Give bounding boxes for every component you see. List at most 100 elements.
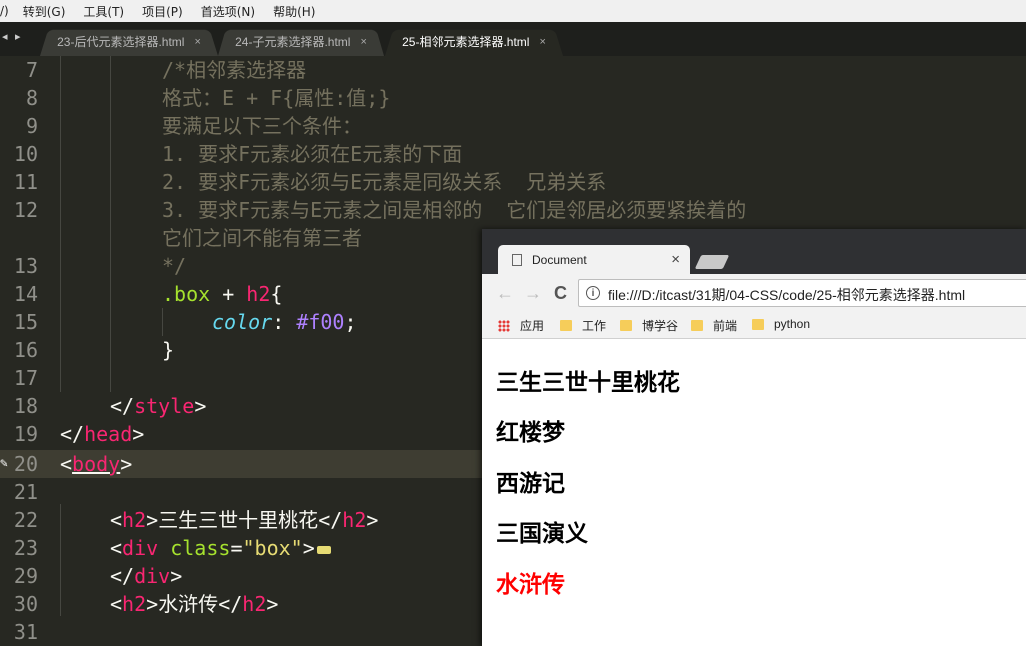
folder-icon [752, 318, 764, 330]
text-content: 三生三世十里桃花 [158, 508, 319, 532]
tab-adjacent-selector[interactable]: 25-相邻元素选择器.html × [385, 27, 563, 56]
brace: { [270, 282, 283, 306]
line-number: 23 [13, 536, 38, 560]
code-comment-line: 格式：E + F{属性:值;} [162, 86, 391, 110]
line-number: 29 [13, 564, 38, 588]
heading-highlighted: 水浒传 [496, 572, 565, 598]
code-line-brace-close: } [162, 338, 175, 362]
code-comment-line: */ [162, 254, 187, 278]
heading: 三国演义 [496, 521, 588, 547]
folder-icon [620, 320, 632, 331]
browser-tab-close-icon[interactable]: × [671, 251, 680, 268]
tag-bracket: < [110, 508, 123, 532]
line-number: 22 [13, 508, 38, 532]
tag-bracket: > [194, 394, 207, 418]
tab-child-selector[interactable]: 24-子元素选择器.html × [218, 27, 384, 56]
bookmark-label: 前端 [713, 319, 738, 333]
tag-bracket: </ [110, 564, 135, 588]
line-number: 19 [13, 422, 38, 446]
tag-bracket: </ [60, 422, 85, 446]
menu-item-help[interactable]: 帮助(H) [273, 3, 315, 20]
browser-tab-strip: Document × [482, 229, 1026, 275]
forward-arrow-icon[interactable]: → [524, 284, 542, 302]
bookmark-label: python [774, 317, 811, 331]
indent-guide [60, 56, 61, 392]
line-number: 17 [13, 366, 38, 390]
code-line-body-open: <body> [60, 450, 132, 478]
heading: 西游记 [496, 471, 565, 497]
tab-close-icon[interactable]: × [360, 36, 366, 48]
bookmark-python[interactable]: python [752, 317, 810, 331]
tag-bracket: > [146, 508, 159, 532]
menu-item-view[interactable]: /) [0, 4, 9, 18]
tag-bracket: < [110, 592, 123, 616]
tag-bracket: > [266, 592, 279, 616]
back-arrow-icon[interactable]: ← [496, 284, 514, 302]
line-number: 18 [13, 394, 38, 418]
apps-grid-icon [498, 319, 510, 332]
menu-item-goto[interactable]: 转到(G) [23, 3, 66, 20]
bookmark-work[interactable]: 工作 [560, 317, 606, 334]
code-comment-line: 要满足以下三个条件： [162, 114, 362, 138]
address-url: file:///D:/itcast/31期/04-CSS/code/25-相邻元… [608, 287, 966, 303]
menu-item-preferences[interactable]: 首选项(N) [201, 3, 255, 20]
tab-close-icon[interactable]: × [194, 36, 200, 48]
line-number: 16 [13, 338, 38, 362]
address-bar[interactable]: i file:///D:/itcast/31期/04-CSS/code/25-相… [578, 279, 1026, 307]
line-number: 15 [13, 310, 38, 334]
new-tab-button[interactable] [694, 255, 730, 269]
menu-item-tools[interactable]: 工具(T) [83, 3, 124, 20]
tab-nav-arrows[interactable]: ◂ ▸ [2, 30, 23, 43]
browser-tab[interactable]: Document × [498, 245, 690, 275]
menu-item-project[interactable]: 项目(P) [142, 3, 183, 20]
line-number: 8 [25, 86, 38, 110]
folder-icon [560, 320, 572, 331]
tag-name: div [122, 536, 159, 560]
tab-close-icon[interactable]: × [539, 36, 545, 48]
code-comment-line: /*相邻素选择器 [162, 58, 307, 82]
tag-bracket: </ [110, 394, 135, 418]
tag-bracket: > [302, 536, 315, 560]
code-line-div-open: <div class="box"> [110, 534, 331, 562]
code-line-div-close: </div> [110, 562, 182, 590]
bookmark-icon: ✎ [0, 456, 8, 471]
tag-name: h2 [342, 508, 367, 532]
code-comment-line: 2. 要求F元素必须与E元素是同级关系 兄弟关系 [162, 170, 607, 194]
indent-guide [162, 308, 163, 336]
bookmark-boxuegu[interactable]: 博学谷 [620, 317, 678, 334]
heading: 三生三世十里桃花 [496, 370, 680, 396]
tag-name: style [134, 394, 195, 418]
indent-guide [110, 56, 111, 392]
tag-name: h2 [122, 592, 147, 616]
tag-bracket: < [110, 536, 123, 560]
tag-bracket: > [170, 564, 183, 588]
line-number: 13 [13, 254, 38, 278]
css-property: color [212, 310, 273, 334]
line-number: 14 [13, 282, 38, 306]
tag-name: head [84, 422, 133, 446]
info-icon[interactable]: i [586, 286, 600, 300]
css-selector-class: .box [162, 282, 211, 306]
code-line-style-close: </style> [110, 392, 206, 420]
line-number: 31 [13, 620, 38, 644]
bookmark-apps[interactable]: 应用 [498, 317, 544, 334]
bookmark-label: 博学谷 [642, 319, 679, 333]
fold-marker-icon[interactable] [316, 545, 331, 554]
indent-guide [60, 504, 61, 616]
css-combinator: + [210, 282, 247, 306]
browser-window: Document × ← → C i file:///D:/itcast/31期… [482, 229, 1026, 646]
text-content: 水浒传 [158, 592, 219, 616]
line-number: 12 [13, 198, 38, 222]
browser-toolbar: ← → C i file:///D:/itcast/31期/04-CSS/cod… [482, 274, 1026, 312]
tab-label: 25-相邻元素选择器.html [402, 35, 530, 49]
tab-descendant-selector[interactable]: 23-后代元素选择器.html × [40, 27, 218, 56]
line-number: 30 [13, 592, 38, 616]
tag-name: h2 [122, 508, 147, 532]
bookmarks-bar: 应用 工作 博学谷 前端 python [482, 312, 1026, 339]
semicolon: ; [344, 310, 357, 334]
css-value: #f00 [296, 310, 345, 334]
reload-icon[interactable]: C [554, 284, 567, 302]
bookmark-frontend[interactable]: 前端 [691, 317, 737, 334]
tag-name: h2 [242, 592, 267, 616]
bookmark-label: 工作 [582, 319, 607, 333]
